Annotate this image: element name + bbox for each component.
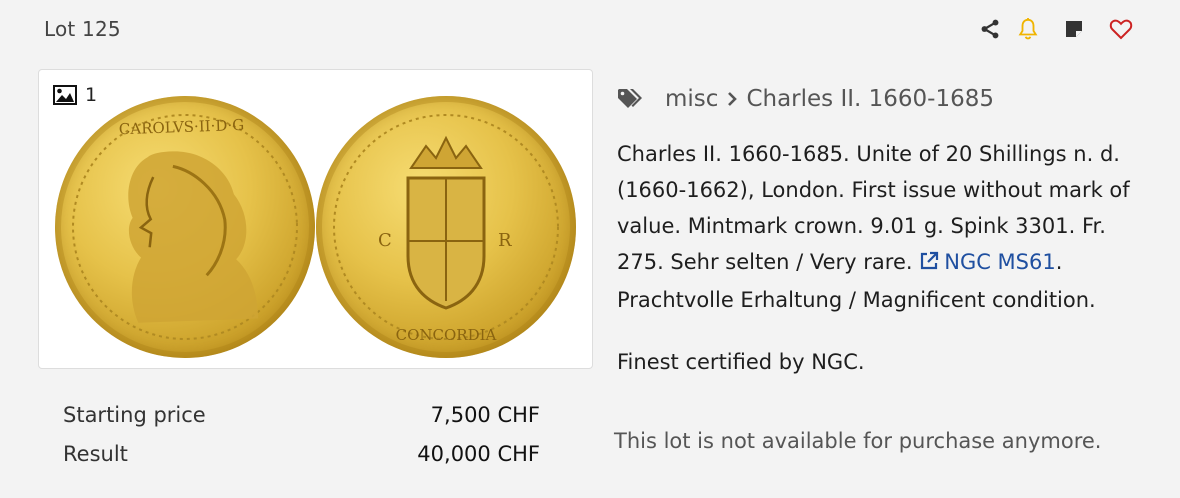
share-icon <box>981 19 998 39</box>
breadcrumb-subcategory-link[interactable]: Charles II. 1660-1685 <box>746 86 994 112</box>
note-icon <box>1065 21 1082 37</box>
starting-price-row: Starting price 7,500 CHF <box>63 403 540 427</box>
lot-page: Lot 125 1 CAROLVS·II·D·G C R CONCORDIA S… <box>0 0 1180 498</box>
bell-icon <box>1018 18 1037 40</box>
finest-note: Finest certified by NGC. <box>617 350 865 374</box>
coin-obverse-image[interactable]: CAROLVS·II·D·G <box>50 91 320 363</box>
watch-button[interactable] <box>1014 16 1041 42</box>
svg-text:R: R <box>498 230 512 251</box>
external-link-icon <box>919 246 939 282</box>
lot-image-card[interactable]: 1 CAROLVS·II·D·G C R CONCORDIA <box>38 69 593 369</box>
note-button[interactable] <box>1060 16 1087 42</box>
starting-price-label: Starting price <box>63 403 206 427</box>
breadcrumb: misc Charles II. 1660-1685 <box>617 86 994 112</box>
result-label: Result <box>63 442 128 466</box>
chevron-right-icon <box>726 91 738 107</box>
svg-text:CAROLVS·II·D·G: CAROLVS·II·D·G <box>119 116 245 138</box>
starting-price-value: 7,500 CHF <box>430 403 540 427</box>
svg-text:CONCORDIA: CONCORDIA <box>396 326 497 344</box>
heart-icon <box>1109 19 1132 40</box>
lot-description: Charles II. 1660-1685. Unite of 20 Shill… <box>617 136 1157 318</box>
breadcrumb-category-link[interactable]: misc <box>665 86 718 112</box>
lot-title: Lot 125 <box>44 17 121 41</box>
coin-reverse-image[interactable]: C R CONCORDIA <box>316 96 576 358</box>
svg-text:C: C <box>378 230 392 251</box>
lot-actions <box>976 16 1138 42</box>
ngc-link-text: NGC MS61 <box>944 250 1056 274</box>
availability-status: This lot is not available for purchase a… <box>614 429 1102 453</box>
favorite-button[interactable] <box>1107 16 1134 42</box>
ngc-certificate-link[interactable]: NGC MS61 <box>919 250 1056 274</box>
share-button[interactable] <box>976 16 1003 42</box>
tags-icon <box>617 88 645 110</box>
result-row: Result 40,000 CHF <box>63 442 540 466</box>
result-value: 40,000 CHF <box>417 442 540 466</box>
